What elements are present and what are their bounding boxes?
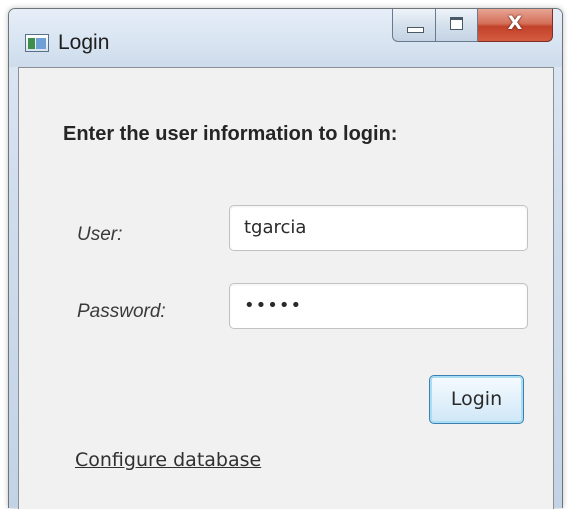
login-form-panel: Enter the user information to login: Use… <box>18 67 554 509</box>
password-label: Password: <box>77 301 166 322</box>
app-icon-pane-right <box>36 38 46 49</box>
caption-buttons: X <box>392 9 553 42</box>
minimize-button[interactable] <box>392 9 436 42</box>
app-icon-pane-left <box>28 38 35 49</box>
form-header: Enter the user information to login: <box>63 123 398 145</box>
minimize-icon <box>407 27 424 33</box>
user-label: User: <box>77 224 123 245</box>
close-icon: X <box>507 12 523 34</box>
configure-database-link[interactable]: Configure database <box>75 449 261 471</box>
maximize-button[interactable] <box>436 9 478 42</box>
password-input[interactable]: ••••• <box>229 283 528 329</box>
title-bar[interactable]: Login X <box>9 9 562 67</box>
maximize-icon <box>450 17 463 30</box>
app-window-icon[interactable] <box>25 34 49 52</box>
login-button[interactable]: Login <box>429 375 524 424</box>
window-title: Login <box>58 31 110 54</box>
login-window: Login X Enter the user information to lo… <box>8 8 563 509</box>
close-button[interactable]: X <box>478 9 553 42</box>
user-input[interactable]: tgarcia <box>229 205 528 251</box>
